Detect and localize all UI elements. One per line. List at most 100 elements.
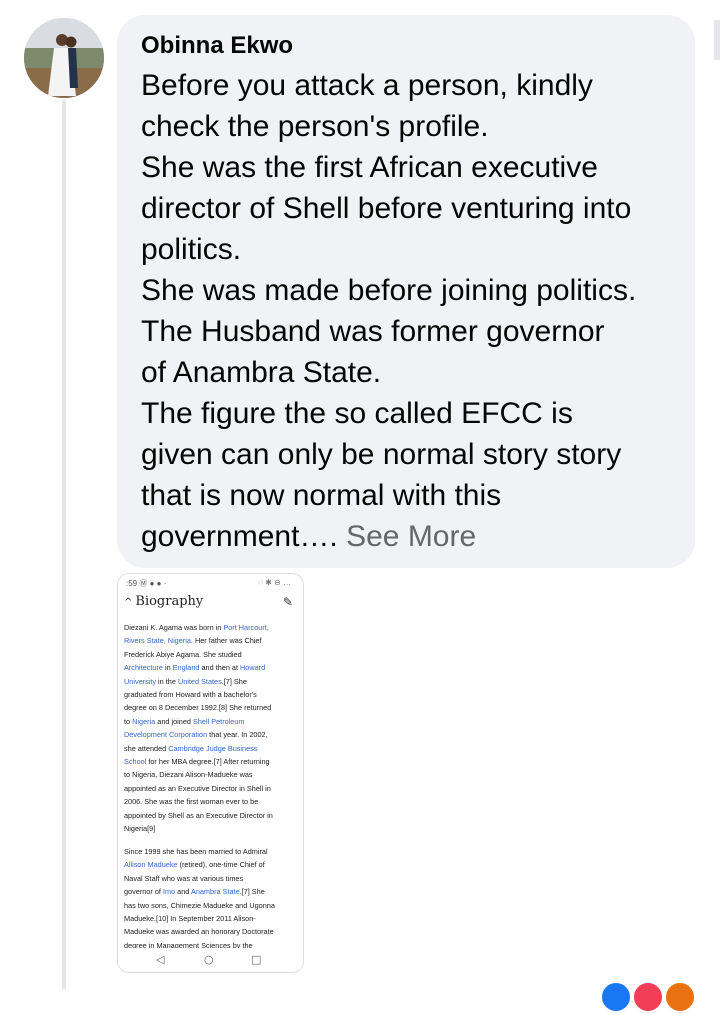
wiki-link[interactable]: United States	[178, 677, 222, 686]
biography-text: and	[175, 887, 191, 897]
comment-text-line: The figure the so called EFCC is	[141, 397, 573, 430]
haha-reaction-icon	[664, 981, 696, 1013]
thread-line	[62, 100, 66, 989]
biography-text: governor of	[124, 887, 163, 897]
comment-text-line: director of Shell before venturing into	[141, 192, 632, 225]
wiki-link[interactable]: Nigeria	[132, 717, 155, 726]
biography-text: Frederick Abiye Agama. She studied	[124, 649, 242, 659]
wiki-link[interactable]: University	[124, 677, 156, 686]
status-bar-right: ◌ ✱ ⊖ …	[258, 578, 291, 587]
wiki-link[interactable]: Rivers State, Nigeria	[124, 636, 191, 645]
wiki-link[interactable]: Architecture	[124, 663, 163, 672]
status-icons: Ⓜ ● ● ·	[139, 579, 167, 588]
comment-text-line: check the person's profile.	[141, 110, 489, 143]
comment-text-line: given can only be normal story story	[141, 438, 622, 471]
biography-text-line: to Nigeria and joined Shell Petroleum	[124, 715, 245, 729]
biography-text-line: Madueke.[10] In September 2011 Alison-	[124, 912, 256, 926]
biography-text: has two sons, Chimezie Madueke and Ugonn…	[124, 900, 275, 910]
biography-text: and then at	[199, 663, 241, 673]
home-icon: ○	[204, 953, 214, 966]
biography-text-line: 2006. She was the first woman ever to be	[124, 795, 258, 809]
biography-text-line: Architecture in England and then at Howa…	[124, 661, 265, 675]
biography-heading: ^ Biography	[124, 594, 203, 609]
biography-text: to Nigeria, Diezani Alison-Madueke was	[124, 770, 253, 780]
pencil-icon: ✎	[282, 595, 293, 609]
biography-text: Diezani K. Agama was born in	[124, 623, 224, 632]
scrollbar[interactable]	[714, 20, 720, 60]
biography-text-line: Madueke was awarded an honorary Doctorat…	[124, 925, 274, 939]
chevron-up-icon: ^	[124, 597, 133, 608]
biography-text: Madueke.[10] In September 2011 Alison-	[124, 914, 256, 923]
biography-text-line: University in the United States.[7] She	[124, 675, 247, 689]
biography-text: she attended	[124, 743, 169, 753]
biography-text-line: has two sons, Chimezie Madueke and Ugonn…	[124, 899, 275, 913]
reaction-icons[interactable]	[600, 981, 710, 1013]
wiki-link[interactable]: Port Harcourt,	[223, 623, 268, 632]
like-reaction-icon	[600, 981, 632, 1013]
wiki-link[interactable]: England	[173, 663, 200, 672]
biography-text: that year. In 2002,	[207, 730, 268, 740]
biography-text: appointed as an Executive Director in Sh…	[124, 783, 271, 793]
biography-text: Naval Staff who was at various times	[124, 873, 244, 883]
status-bar-left: :59 Ⓜ ● ● ·	[126, 578, 166, 589]
biography-text-line: Since 1999 she has been married to Admir…	[124, 845, 268, 859]
biography-text-line: governor of Imo and Anambra State.[7] Sh…	[124, 885, 265, 899]
biography-text: (retired), one-time Chief of	[177, 860, 265, 870]
avatar-photo	[24, 18, 104, 98]
biography-text: .[7] She	[239, 887, 265, 897]
wiki-link[interactable]: Howard	[240, 663, 265, 672]
biography-title: Biography	[135, 594, 204, 609]
biography-text: . Her father was Chief	[190, 636, 262, 646]
comment-last-line: government…. See More	[141, 517, 476, 557]
biography-text: Nigeria[9]	[124, 824, 156, 833]
wiki-link[interactable]: Development Corporation	[124, 730, 207, 739]
comment-text-line: that is now normal with this	[141, 479, 502, 512]
biography-text: to	[124, 716, 133, 726]
biography-text-line: she attended Cambridge Judge Business	[124, 742, 257, 756]
comment-text-line: of Anambra State.	[141, 356, 382, 389]
biography-text: .[7] She	[221, 676, 247, 686]
biography-text-line: Rivers State, Nigeria. Her father was Ch…	[124, 634, 262, 648]
biography-text: and joined	[155, 716, 193, 726]
wiki-link[interactable]: Allison Madueke	[124, 860, 178, 869]
attached-screenshot[interactable]: :59 Ⓜ ● ● · ◌ ✱ ⊖ … ^ Biography ✎ Diezani…	[117, 573, 304, 973]
comment-text-line: She was made before joining politics.	[141, 274, 637, 307]
love-reaction-icon	[632, 981, 664, 1013]
comment-author[interactable]: Obinna Ekwo	[141, 32, 293, 60]
biography-text-line: Diezani K. Agama was born in Port Harcou…	[124, 621, 269, 635]
biography-text-line: to Nigeria, Diezani Alison-Madueke was	[124, 768, 253, 782]
biography-text-line: Development Corporation that year. In 20…	[124, 728, 268, 742]
biography-text: appointed by Shell as an Executive Direc…	[124, 810, 273, 820]
biography-text-line: appointed by Shell as an Executive Direc…	[124, 809, 273, 823]
wiki-link[interactable]: Anambra State	[191, 887, 240, 896]
biography-text: in	[162, 663, 173, 673]
biography-text-line: graduated from Howard with a bachelor's	[124, 688, 257, 702]
comment-text-line: The Husband was former governor	[141, 315, 605, 348]
biography-text: Madueke was awarded an honorary Doctorat…	[124, 927, 274, 937]
biography-text-line: Nigeria[9]	[124, 822, 155, 836]
biography-text: 2006. She was the first woman ever to be	[124, 797, 259, 807]
status-time: :59	[126, 579, 138, 588]
biography-text: for her MBA degree.[7] After returning	[146, 757, 270, 766]
biography-text: in the	[156, 676, 178, 686]
comment-text-line: Before you attack a person, kindly	[141, 69, 593, 102]
biography-text: Since 1999 she has been married to Admir…	[124, 847, 268, 856]
biography-text-line: Frederick Abiye Agama. She studied	[124, 648, 242, 662]
recent-apps-icon: □	[251, 953, 262, 966]
biography-text-line: degree on 8 December 1992.[8] She return…	[124, 701, 271, 715]
back-icon: ◁	[156, 953, 165, 966]
wiki-link[interactable]: Cambridge Judge Business	[168, 744, 257, 753]
biography-text-line: Allison Madueke (retired), one-time Chie…	[124, 858, 265, 872]
biography-text-line: appointed as an Executive Director in Sh…	[124, 782, 271, 796]
avatar[interactable]	[24, 18, 104, 98]
wiki-link[interactable]: Imo	[163, 887, 175, 896]
biography-text-line: Naval Staff who was at various times	[124, 872, 243, 886]
wiki-link[interactable]: Shell Petroleum	[193, 717, 245, 726]
see-more-link[interactable]: See More	[338, 520, 476, 553]
comment-text-end: government….	[141, 520, 338, 553]
comment-text-line: politics.	[141, 233, 242, 266]
biography-text: degree on 8 December 1992.[8] She return…	[124, 703, 272, 713]
wiki-link[interactable]: School	[124, 757, 146, 766]
comment-text-line: She was the first African executive	[141, 151, 598, 184]
biography-text-line: School for her MBA degree.[7] After retu…	[124, 755, 270, 769]
